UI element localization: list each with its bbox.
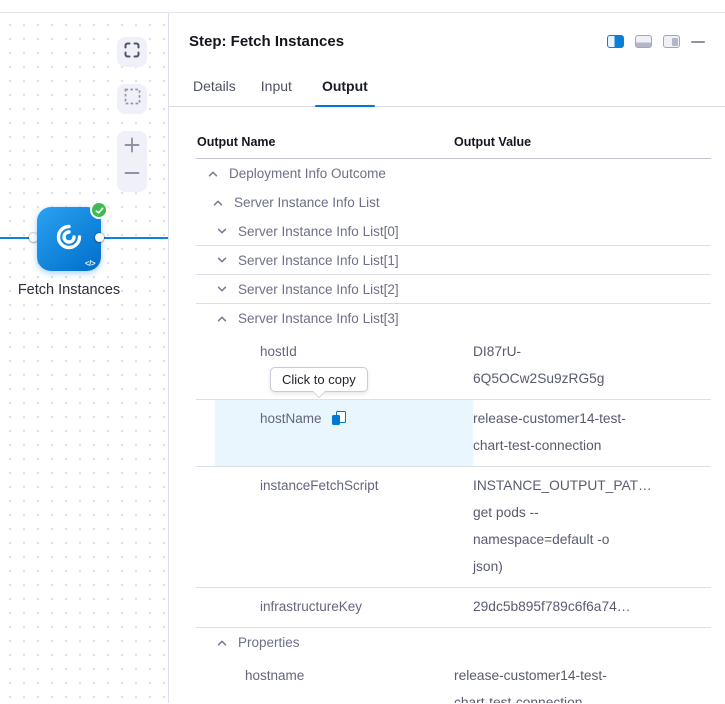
top-bar [0, 0, 725, 13]
step-details-panel: Step: Fetch Instances Details Input Outp… [169, 13, 725, 703]
tab-input[interactable]: Input [259, 78, 294, 106]
layout-bottom-panel-icon[interactable] [635, 35, 652, 48]
output-value-line: release-customer14-test- [454, 662, 654, 689]
output-name-cell: hostname [196, 657, 454, 703]
chevron-up-icon[interactable] [215, 312, 229, 326]
node-label: Fetch Instances [0, 282, 138, 298]
output-value-line: release-customer14-test- [473, 405, 673, 432]
output-value-cell: release-customer14-test-chart-test-conne… [454, 657, 654, 703]
success-status-badge [90, 201, 108, 219]
chevron-down-icon[interactable] [215, 282, 229, 296]
layout-right-drawer-icon[interactable] [663, 35, 680, 48]
output-value-cell: INSTANCE_OUTPUT_PAT…get pods --namespace… [473, 467, 673, 587]
chevron-down-icon[interactable] [215, 253, 229, 267]
chevron-down-icon[interactable] [215, 224, 229, 238]
chevron-up-icon[interactable] [206, 167, 220, 181]
tree-row-properties[interactable]: Properties [196, 628, 711, 657]
output-name: hostname [245, 668, 304, 683]
output-value-line: json) [473, 553, 673, 580]
output-table: Output Name Output Value Deployment Info… [196, 135, 711, 703]
output-value-line: INSTANCE_OUTPUT_PAT… [473, 472, 673, 499]
click-to-copy-tooltip: Click to copy [270, 367, 368, 392]
code-icon: </> [85, 259, 95, 268]
tree-row-server-instance-info-list-1[interactable]: Server Instance Info List[1] [196, 246, 711, 275]
output-row-instancefetchscript: instanceFetchScript INSTANCE_OUTPUT_PAT…g… [196, 467, 711, 588]
zoom-in-button[interactable] [123, 136, 141, 159]
tab-details[interactable]: Details [191, 78, 238, 106]
output-name: infrastructureKey [260, 599, 362, 614]
tree-row-label: Server Instance Info List[1] [238, 253, 399, 268]
tree-row-label: Properties [238, 635, 300, 650]
output-value-cell: release-customer14-test-chart-test-conne… [473, 400, 673, 466]
output-value-cell: DI87rU-6Q5OCw2Su9zRG5g [473, 333, 673, 399]
output-row-hostname: hostname release-customer14-test-chart-te… [196, 657, 711, 703]
step-swirl-icon [54, 222, 84, 257]
tree-row-label: Deployment Info Outcome [229, 166, 386, 181]
output-value-line: DI87rU- [473, 338, 673, 365]
chevron-up-icon[interactable] [211, 196, 225, 210]
output-value-cell: 29dc5b895f789c6f6a74… [473, 588, 673, 627]
output-value-line: namespace=default -o [473, 526, 673, 553]
tree-row-label: Server Instance Info List[2] [238, 282, 399, 297]
chevron-up-icon[interactable] [215, 636, 229, 650]
canvas-marquee-select-button[interactable] [117, 84, 147, 114]
output-value-line: chart-test-connection [473, 432, 673, 459]
pipeline-canvas[interactable]: </> Fetch Instances [0, 13, 169, 703]
column-output-name: Output Name [196, 135, 454, 149]
output-name: hostId [260, 344, 297, 359]
output-rows: Deployment Info Outcome Server Instance I… [196, 159, 711, 703]
tree-row-server-instance-info-list-0[interactable]: Server Instance Info List[0] [196, 217, 711, 246]
node-output-port[interactable] [95, 233, 104, 242]
zoom-out-button[interactable] [123, 164, 141, 187]
output-name-cell: instanceFetchScript [215, 467, 473, 587]
column-output-value: Output Value [454, 135, 711, 149]
output-row-infrastructurekey: infrastructureKey 29dc5b895f789c6f6a74… [196, 588, 711, 628]
output-name: hostName [260, 411, 322, 426]
marquee-select-icon [124, 88, 141, 110]
output-name: instanceFetchScript [260, 478, 379, 493]
tree-row-server-instance-info-list-3[interactable]: Server Instance Info List[3] [196, 304, 711, 333]
minimize-icon[interactable] [691, 41, 705, 43]
output-name-cell: hostNameClick to copy [215, 400, 473, 466]
tree-row-label: Server Instance Info List [234, 195, 380, 210]
output-value-line: chart-test-connection [454, 689, 654, 703]
output-table-header: Output Name Output Value [196, 135, 711, 159]
canvas-fit-view-button[interactable] [117, 37, 147, 67]
panel-tabbar: Details Input Output [169, 78, 725, 107]
panel-header: Step: Fetch Instances [169, 13, 725, 50]
expand-icon [123, 41, 141, 64]
canvas-zoom-controls [117, 131, 147, 192]
step-node-fetch-instances[interactable]: </> [37, 207, 101, 271]
output-value-line: 6Q5OCw2Su9zRG5g [473, 365, 673, 392]
tab-output[interactable]: Output [315, 78, 375, 106]
output-name-cell: infrastructureKey [215, 588, 473, 627]
panel-window-controls [607, 35, 705, 48]
tree-row-server-instance-info-list-2[interactable]: Server Instance Info List[2] [196, 275, 711, 304]
output-value-line: get pods -- [473, 499, 673, 526]
copy-icon[interactable] [332, 411, 346, 425]
tree-row-label: Server Instance Info List[0] [238, 224, 399, 239]
layout-split-right-icon[interactable] [607, 35, 624, 48]
tree-row-deployment-info-outcome[interactable]: Deployment Info Outcome [196, 159, 711, 188]
panel-title: Step: Fetch Instances [189, 33, 607, 50]
app-window: </> Fetch Instances Step: Fetch Instance… [0, 0, 725, 704]
output-row-hostname: hostNameClick to copyrelease-customer14-… [196, 400, 711, 467]
output-value-line: 29dc5b895f789c6f6a74… [473, 593, 673, 620]
tree-row-label: Server Instance Info List[3] [238, 311, 399, 326]
tree-row-server-instance-info-list[interactable]: Server Instance Info List [196, 188, 711, 217]
